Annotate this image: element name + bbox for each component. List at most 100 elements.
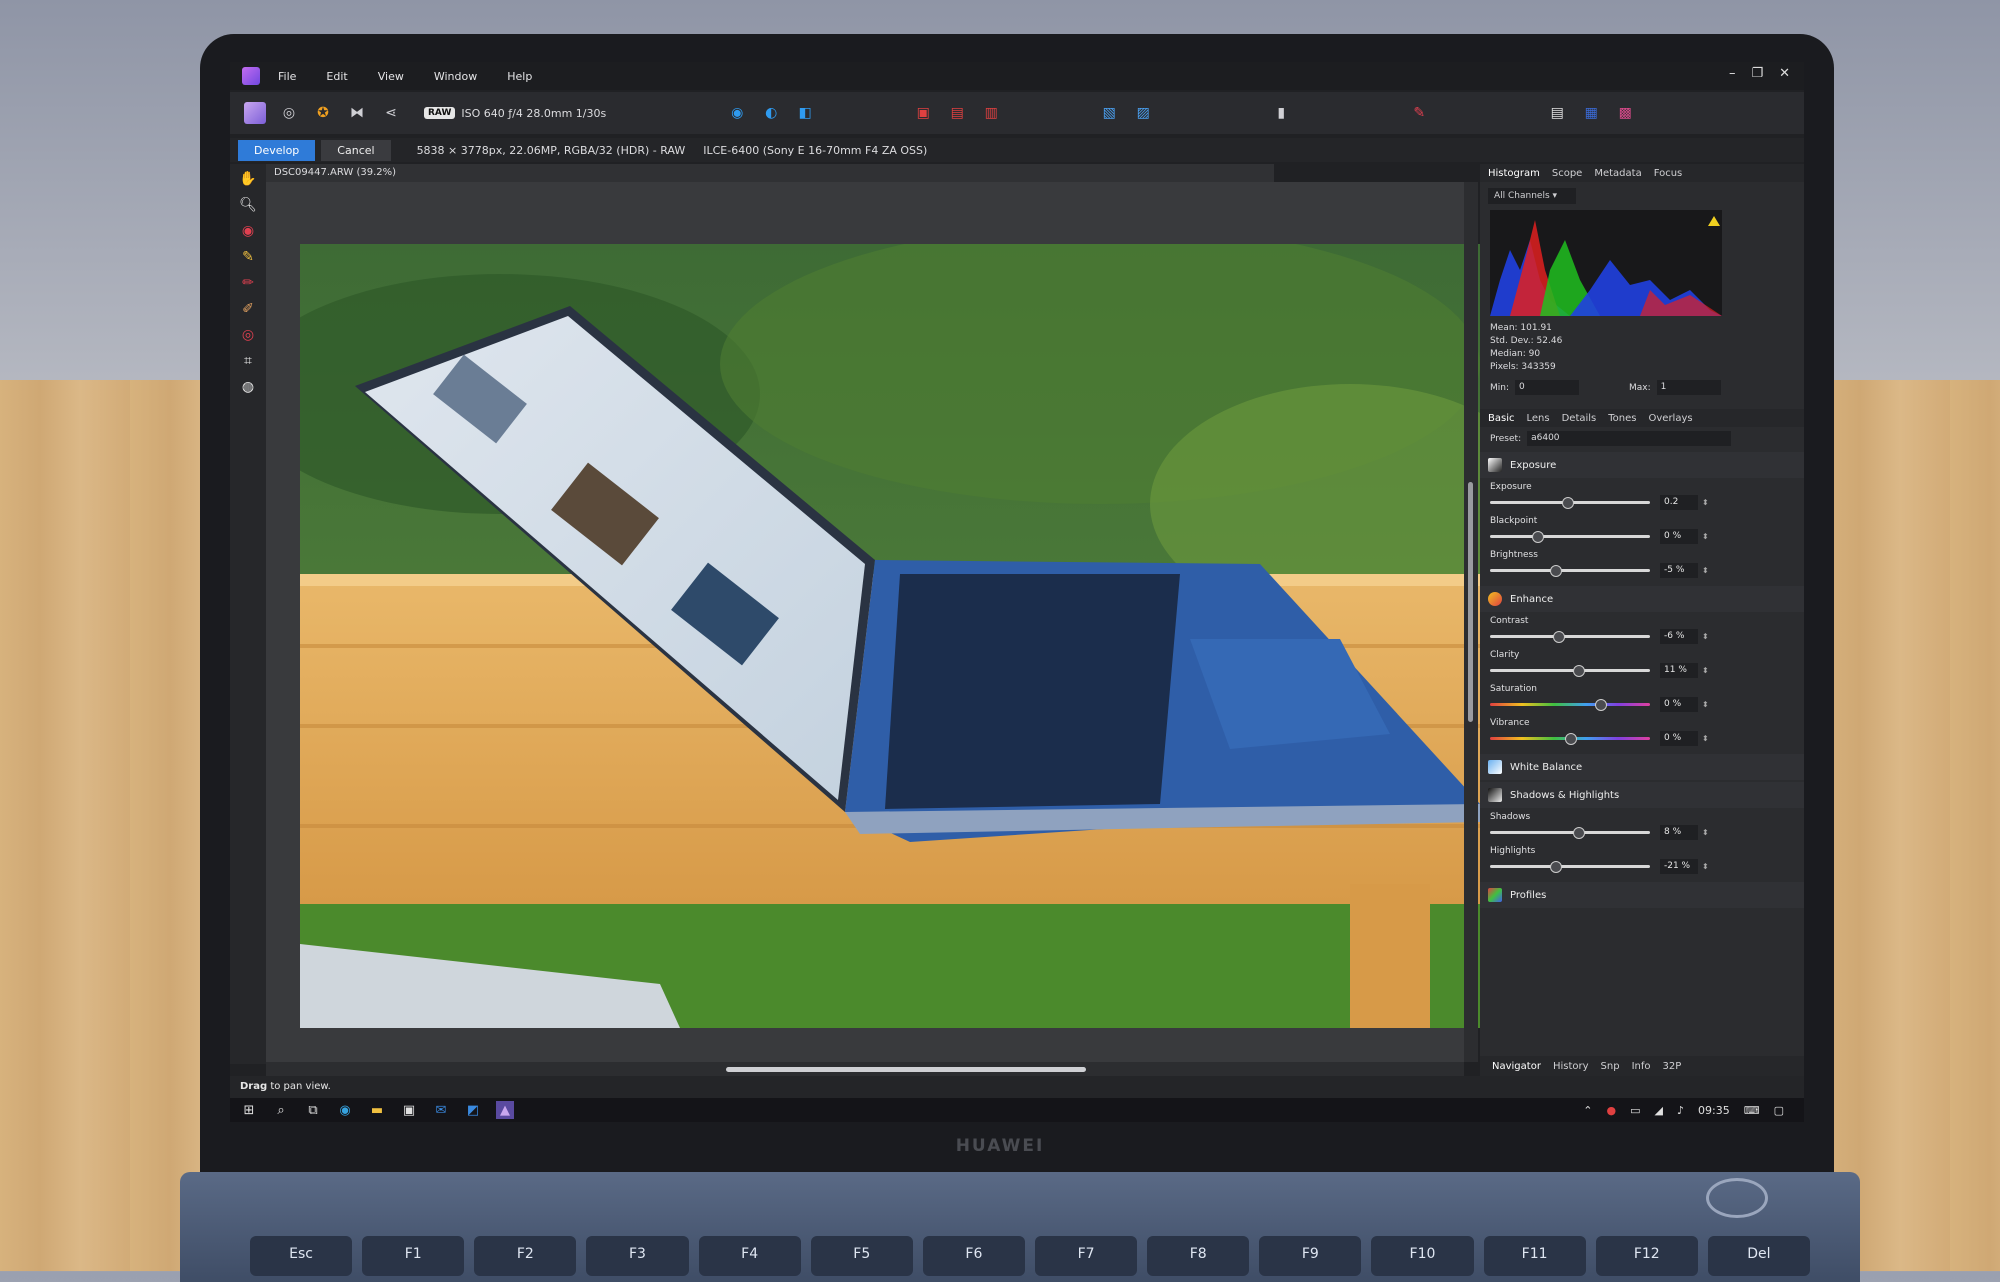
restore-button[interactable]: ❐ [1751,66,1763,81]
liquify-persona-icon[interactable]: ◎ [278,102,300,124]
blackpoint-slider[interactable] [1490,530,1650,543]
brightness-slider[interactable] [1490,564,1650,577]
horizontal-scroll-thumb[interactable] [726,1067,1086,1072]
shadows-highlights-section[interactable]: Shadows & Highlights [1480,782,1804,808]
min-field[interactable]: 0 [1515,380,1580,395]
develop-button[interactable]: Develop [238,139,316,161]
file-explorer-icon[interactable]: ▬ [368,1101,386,1119]
gradient-tool-icon[interactable]: ◎ [235,324,261,346]
tab-histogram[interactable]: Histogram [1488,168,1540,179]
tab-tones[interactable]: Tones [1608,413,1636,424]
brightness-spinner-icon[interactable]: ⬍ [1702,566,1709,575]
menu-view[interactable]: View [378,70,404,83]
mirror-view-icon[interactable]: ◐ [760,102,782,124]
crop-tool-icon[interactable]: ⌗ [235,350,261,372]
highlights-slider-handle[interactable] [1550,860,1562,873]
notification-icon[interactable]: ▢ [1774,1104,1784,1117]
brush-tool-icon[interactable]: ✏ [235,272,261,294]
app-icon[interactable]: ◩ [464,1101,482,1119]
shadows-slider[interactable] [1490,826,1650,839]
shadows-value-field[interactable]: 8 % [1660,824,1698,840]
search-icon[interactable]: ⌕ [272,1101,290,1119]
tray-chevron-icon[interactable]: ⌃ [1583,1104,1592,1117]
tab-32p[interactable]: 32P [1663,1061,1682,1072]
output-icon[interactable]: ▮ [1270,102,1292,124]
contrast-value-field[interactable]: -6 % [1660,628,1698,644]
clarity-slider[interactable] [1490,664,1650,677]
clarity-value-field[interactable]: 11 % [1660,662,1698,678]
close-button[interactable]: ✕ [1779,66,1790,81]
tab-metadata[interactable]: Metadata [1594,168,1641,179]
vibrance-value-field[interactable]: 0 % [1660,730,1698,746]
erase-tool-icon[interactable]: ✐ [235,298,261,320]
blackpoint-value-field[interactable]: 0 % [1660,528,1698,544]
saturation-slider[interactable] [1490,698,1650,711]
clarity-slider-handle[interactable] [1572,664,1585,677]
highlights-value-field[interactable]: -21 % [1660,858,1698,874]
cancel-button[interactable]: Cancel [321,139,391,161]
contrast-slider-handle[interactable] [1553,630,1565,643]
network-icon[interactable]: ◢ [1655,1104,1663,1117]
tab-lens[interactable]: Lens [1526,413,1549,424]
blackpoint-spinner-icon[interactable]: ⬍ [1702,532,1709,541]
tab-info[interactable]: Info [1632,1061,1651,1072]
max-field[interactable]: 1 [1656,380,1721,395]
snapshot-icon[interactable]: ▨ [1132,102,1154,124]
panel-toggle-mid-icon[interactable]: ▦ [1580,102,1602,124]
shadows-slider-handle[interactable] [1572,826,1585,839]
panel-toggle-left-icon[interactable]: ▤ [1546,102,1568,124]
battery-icon[interactable]: ▭ [1630,1104,1640,1117]
exposure-section[interactable]: Exposure [1480,452,1804,478]
brightness-slider-handle[interactable] [1550,564,1562,577]
menu-window[interactable]: Window [434,70,477,83]
vibrance-spinner-icon[interactable]: ⬍ [1702,734,1709,743]
edge-icon[interactable]: ◉ [336,1101,354,1119]
red-eye-tool-icon[interactable]: ◉ [235,220,261,242]
menu-help[interactable]: Help [507,70,532,83]
tab-focus[interactable]: Focus [1654,168,1683,179]
red-eye-icon[interactable]: ✎ [1408,102,1430,124]
develop-persona-icon[interactable]: ✪ [312,102,334,124]
minimize-button[interactable]: – [1729,66,1736,81]
store-icon[interactable]: ▣ [400,1101,418,1119]
exposure-value-field[interactable]: 0.2 [1660,494,1698,510]
profiles-section[interactable]: Profiles [1480,882,1804,908]
enhance-section[interactable]: Enhance [1480,586,1804,612]
split-view-icon[interactable]: ◉ [726,102,748,124]
tab-basic[interactable]: Basic [1488,413,1514,424]
assistant-icon[interactable]: ▧ [1098,102,1120,124]
compare-view-icon[interactable]: ◧ [794,102,816,124]
vertical-scrollbar[interactable] [1464,182,1478,1062]
saturation-spinner-icon[interactable]: ⬍ [1702,700,1709,709]
panel-toggle-right-icon[interactable]: ▩ [1614,102,1636,124]
tray-app-icon[interactable]: ● [1606,1104,1616,1117]
input-icon[interactable]: ⌨ [1744,1104,1760,1117]
highlights-spinner-icon[interactable]: ⬍ [1702,862,1709,871]
channel-select[interactable]: All Channels ▾ [1488,188,1576,204]
affinity-photo-taskbar-icon[interactable]: ▲ [496,1101,514,1119]
vibrance-slider[interactable] [1490,732,1650,745]
photo-persona-icon[interactable] [244,102,266,124]
tab-details[interactable]: Details [1562,413,1597,424]
blemish-tool-icon[interactable]: ✎ [235,246,261,268]
white-balance-tool-icon[interactable]: ◍ [235,376,261,398]
menu-edit[interactable]: Edit [326,70,347,83]
contrast-slider[interactable] [1490,630,1650,643]
shadows-spinner-icon[interactable]: ⬍ [1702,828,1709,837]
start-icon[interactable]: ⊞ [240,1101,258,1119]
tab-navigator[interactable]: Navigator [1492,1061,1541,1072]
horizontal-scrollbar[interactable] [266,1062,1464,1076]
exposure-slider[interactable] [1490,496,1650,509]
clip-shadows-icon[interactable]: ▣ [912,102,934,124]
tab-scope[interactable]: Scope [1552,168,1582,179]
contrast-spinner-icon[interactable]: ⬍ [1702,632,1709,641]
clarity-spinner-icon[interactable]: ⬍ [1702,666,1709,675]
blackpoint-slider-handle[interactable] [1532,530,1544,543]
highlights-slider[interactable] [1490,860,1650,873]
saturation-value-field[interactable]: 0 % [1660,696,1698,712]
tone-mapping-persona-icon[interactable]: ⧓ [346,102,368,124]
saturation-slider-handle[interactable] [1595,698,1607,711]
tab-overlays[interactable]: Overlays [1649,413,1693,424]
clip-midtones-icon[interactable]: ▤ [946,102,968,124]
exposure-spinner-icon[interactable]: ⬍ [1702,498,1709,507]
